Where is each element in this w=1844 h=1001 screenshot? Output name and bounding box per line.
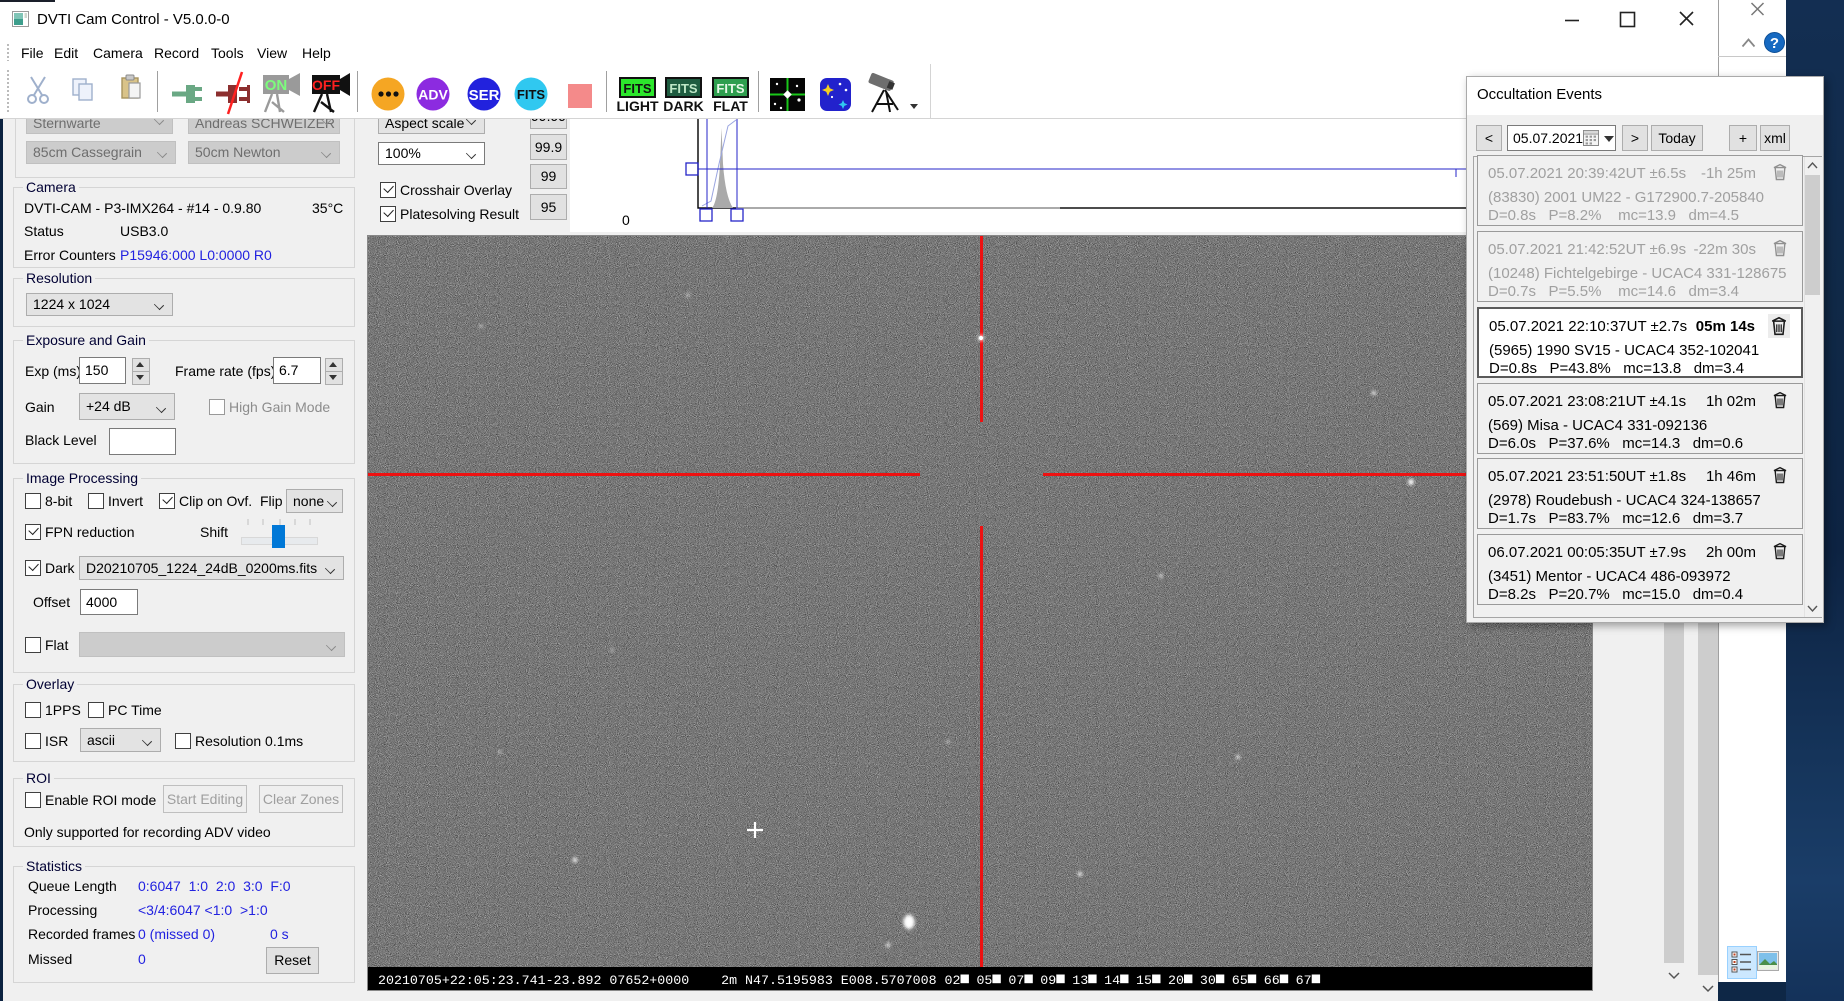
- svg-text:DARK: DARK: [663, 98, 703, 114]
- svg-text:20210705+22:05:23.741-23.892 0: 20210705+22:05:23.741-23.892 07652+0000 …: [378, 973, 1312, 988]
- svg-text:OFF: OFF: [312, 77, 340, 93]
- svg-text:LIGHT: LIGHT: [617, 98, 659, 114]
- svg-text:FITS: FITS: [623, 81, 651, 96]
- svg-text:FITS: FITS: [517, 87, 545, 102]
- svg-text:FITS: FITS: [716, 81, 744, 96]
- svg-text:FLAT: FLAT: [713, 98, 748, 114]
- svg-text:FITS: FITS: [669, 81, 697, 96]
- svg-text:ON: ON: [265, 77, 288, 94]
- svg-text:ADV: ADV: [418, 87, 448, 103]
- svg-text:SER: SER: [469, 87, 500, 104]
